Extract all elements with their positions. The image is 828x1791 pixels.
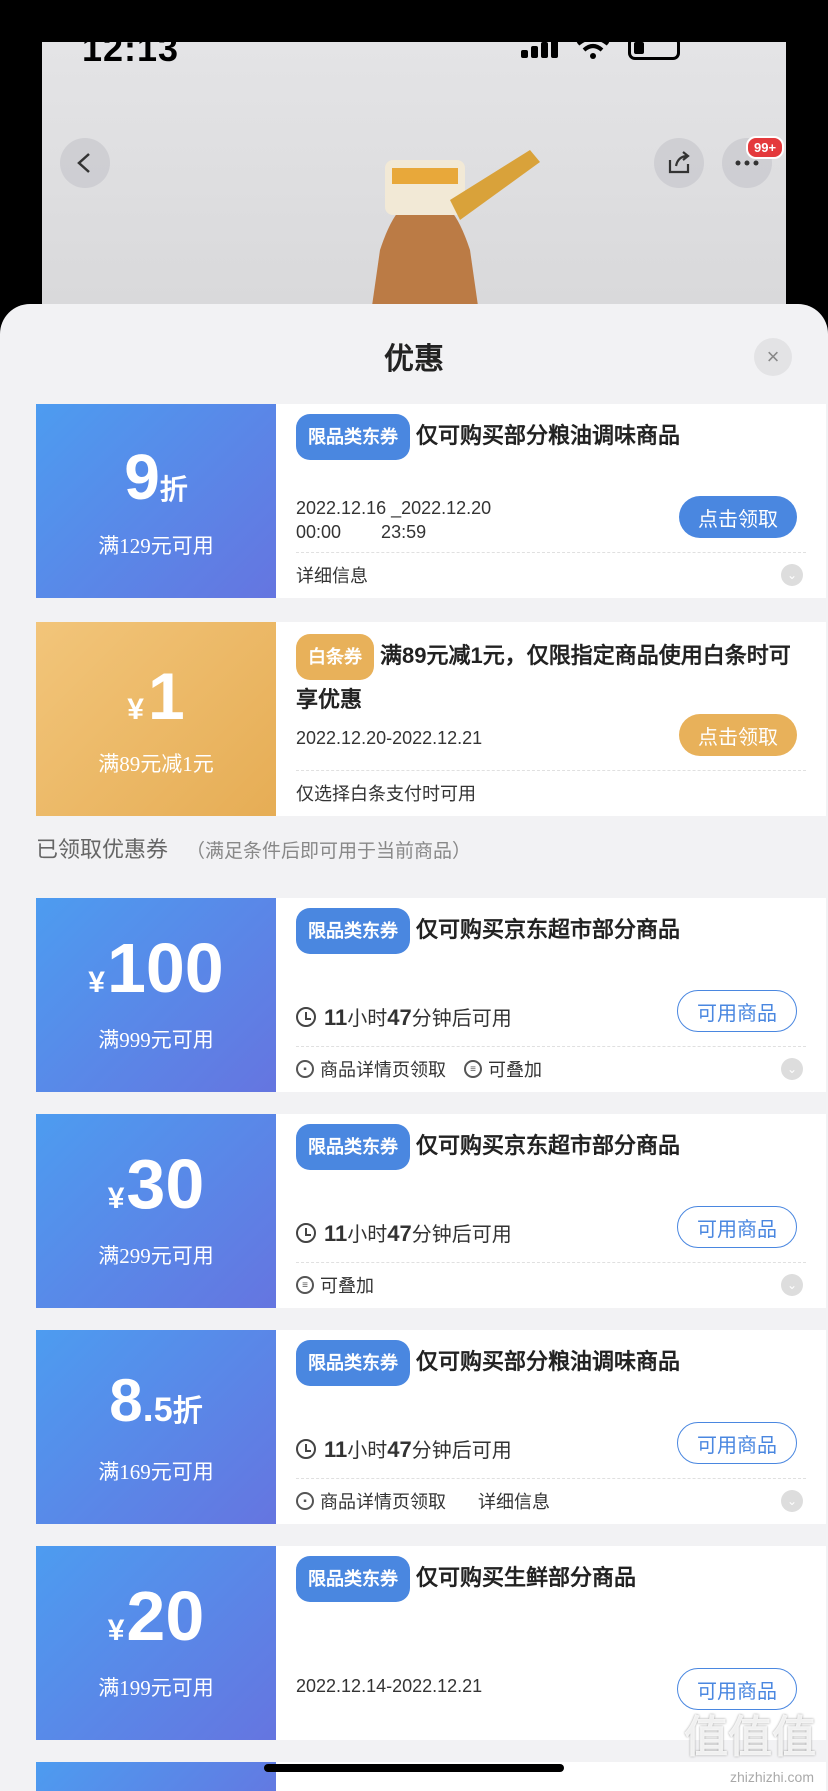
coupon-tag: 白条券 xyxy=(296,634,374,680)
coupon-tag: 限品类东券 xyxy=(296,1124,410,1170)
coupon-value-panel: ¥100 满999元可用 xyxy=(32,898,276,1092)
coupon-value-panel: 9折 满129元可用 xyxy=(32,404,276,598)
coupon-card: ¥30 满299元可用 限品类东券 仅可购买京东超市部分商品 11小时47分钟后可… xyxy=(32,1114,826,1308)
claim-button[interactable]: 点击领取 xyxy=(679,714,797,756)
ticket-icon: ▪ xyxy=(296,1492,314,1510)
status-icons xyxy=(521,36,680,60)
coupon-footer: 仅选择白条支付时可用 xyxy=(296,784,476,804)
coupon-title: 限品类东券 仅可购买部分粮油调味商品 xyxy=(296,414,806,460)
close-button[interactable]: × xyxy=(754,338,792,376)
coupon-value-panel: ¥20 满199元可用 xyxy=(32,1546,276,1740)
countdown: 11小时47分钟后可用 xyxy=(296,1434,512,1463)
coupon-details: 限品类东券 仅可购买部分粮油调味商品 2022.12.16 _2022.12.20… xyxy=(296,404,811,598)
coupon-value: ¥30 xyxy=(107,1145,205,1223)
coupon-footer: ▪ 商品详情页领取 详细信息 xyxy=(296,1488,550,1514)
coupon-title: 白条券 满89元减1元，仅限指定商品使用白条时可享优惠 xyxy=(296,634,806,720)
stack-icon: ≡ xyxy=(464,1060,482,1078)
signal-icon xyxy=(521,38,558,58)
detail-info-link[interactable]: 详细信息 xyxy=(296,562,368,588)
coupon-condition: 满89元减1元 xyxy=(98,752,214,776)
clock-icon xyxy=(296,1006,316,1027)
coupon-card: 8.5折 满169元可用 限品类东券 仅可购买部分粮油调味商品 11小时47分钟后… xyxy=(32,1330,826,1524)
detail-info-link[interactable]: 详细信息 xyxy=(478,1488,550,1514)
coupon-footer: 详细信息 xyxy=(296,562,368,588)
coupon-tag: 限品类东券 xyxy=(296,1340,410,1386)
battery-icon xyxy=(628,36,680,60)
coupon-value-panel: ¥30 满299元可用 xyxy=(32,1114,276,1308)
coupon-validity: 2022.12.16 _2022.12.20 00:00 23:59 xyxy=(296,498,492,542)
coupon-condition: 满199元可用 xyxy=(98,1676,214,1700)
received-section-label: 已领取优惠券 （满足条件后即可用于当前商品） xyxy=(36,837,472,862)
coupon-validity: 2022.12.20-2022.12.21 xyxy=(296,728,483,748)
available-products-button[interactable]: 可用商品 xyxy=(677,1206,797,1248)
sheet-title: 优惠 xyxy=(384,343,444,376)
coupon-footer: ▪ 商品详情页领取 ≡ 可叠加 xyxy=(296,1056,542,1082)
more-dots-icon xyxy=(735,160,759,166)
coupon-condition: 满129元可用 xyxy=(98,534,214,558)
coupon-value: ¥20 xyxy=(107,1577,205,1655)
coupon-value-panel: 8.5折 满169元可用 xyxy=(32,1330,276,1524)
coupon-value-panel: ¥1 满89元减1元 xyxy=(32,622,276,816)
countdown: 11小时47分钟后可用 xyxy=(296,1002,512,1031)
stack-icon: ≡ xyxy=(296,1276,314,1294)
home-indicator xyxy=(264,1764,564,1772)
coupon-tag: 限品类东券 xyxy=(296,908,410,954)
coupon-card: ¥100 满999元可用 限品类东券 仅可购买京东超市部分商品 11小时47分钟后… xyxy=(32,898,826,1092)
coupon-title: 限品类东券 仅可购买京东超市部分商品 xyxy=(296,908,806,954)
chevron-down-icon[interactable]: ⌄ xyxy=(781,1274,803,1296)
coupon-value: ¥100 xyxy=(88,929,224,1007)
coupon-sheet: 优惠 × 9折 满129元可用 限品类东券 仅可购买部分粮油调味商品 2022.1… xyxy=(0,304,828,1791)
clock-icon xyxy=(296,1222,316,1243)
coupon-title: 限品类东券 仅可购买部分粮油调味商品 xyxy=(296,1340,806,1386)
claim-button[interactable]: 点击领取 xyxy=(679,496,797,538)
watermark-url: zhizhizhi.com xyxy=(729,1769,814,1785)
watermark-logo: 值值值 xyxy=(684,1713,816,1762)
share-icon xyxy=(668,151,690,174)
countdown: 11小时47分钟后可用 xyxy=(296,1218,512,1247)
coupon-tag: 限品类东券 xyxy=(296,414,410,460)
coupon-tag: 限品类东券 xyxy=(296,1556,410,1602)
coupon-condition: 满169元可用 xyxy=(98,1460,214,1484)
coupon-card: ¥1 满89元减1元 白条券 满89元减1元，仅限指定商品使用白条时可享优惠 20… xyxy=(32,622,826,816)
phone-screen: 12:13 99+ 优惠 × 9折 满129元可用 限品类东券 仅可购买部分粮油… xyxy=(0,0,828,1791)
share-button[interactable] xyxy=(654,138,704,188)
coupon-title: 限品类东券 仅可购买生鲜部分商品 xyxy=(296,1556,806,1602)
clock-icon xyxy=(296,1438,316,1459)
coupon-title: 限品类东券 仅可购买京东超市部分商品 xyxy=(296,1124,806,1170)
chevron-left-icon xyxy=(77,153,90,173)
coupon-details: 限品类东券 仅可购买京东超市部分商品 11小时47分钟后可用 可用商品 ≡ 可叠加 … xyxy=(296,1114,811,1308)
back-button[interactable] xyxy=(60,138,110,188)
coupon-validity: 2022.12.14-2022.12.21 xyxy=(296,1676,483,1696)
chevron-down-icon[interactable]: ⌄ xyxy=(781,564,803,586)
coupon-value: 8.5折 xyxy=(109,1367,203,1434)
coupon-details: 白条券 满89元减1元，仅限指定商品使用白条时可享优惠 2022.12.20-20… xyxy=(296,622,811,816)
coupon-condition: 满999元可用 xyxy=(98,1028,214,1052)
coupon-card: 9折 满129元可用 限品类东券 仅可购买部分粮油调味商品 2022.12.16 … xyxy=(32,404,826,598)
wifi-icon xyxy=(576,36,610,59)
status-bar: 12:13 xyxy=(0,0,828,70)
product-bottle-image xyxy=(370,150,540,320)
status-time: 12:13 xyxy=(82,28,180,69)
available-products-button[interactable]: 可用商品 xyxy=(677,990,797,1032)
coupon-value: 9折 xyxy=(124,441,188,513)
close-icon: × xyxy=(766,344,780,369)
coupon-details: 限品类东券 仅可购买部分粮油调味商品 11小时47分钟后可用 可用商品 ▪ 商品详情… xyxy=(296,1330,811,1524)
chevron-down-icon[interactable]: ⌄ xyxy=(781,1058,803,1080)
chevron-down-icon[interactable]: ⌄ xyxy=(781,1490,803,1512)
ticket-icon: ▪ xyxy=(296,1060,314,1078)
coupon-details: 限品类东券 仅可购买京东超市部分商品 11小时47分钟后可用 可用商品 ▪ 商品详情… xyxy=(296,898,811,1092)
coupon-condition: 满299元可用 xyxy=(98,1244,214,1268)
message-count-badge: 99+ xyxy=(746,136,785,159)
coupon-value: ¥1 xyxy=(127,659,185,733)
available-products-button[interactable]: 可用商品 xyxy=(677,1422,797,1464)
coupon-footer: ≡ 可叠加 xyxy=(296,1272,374,1298)
